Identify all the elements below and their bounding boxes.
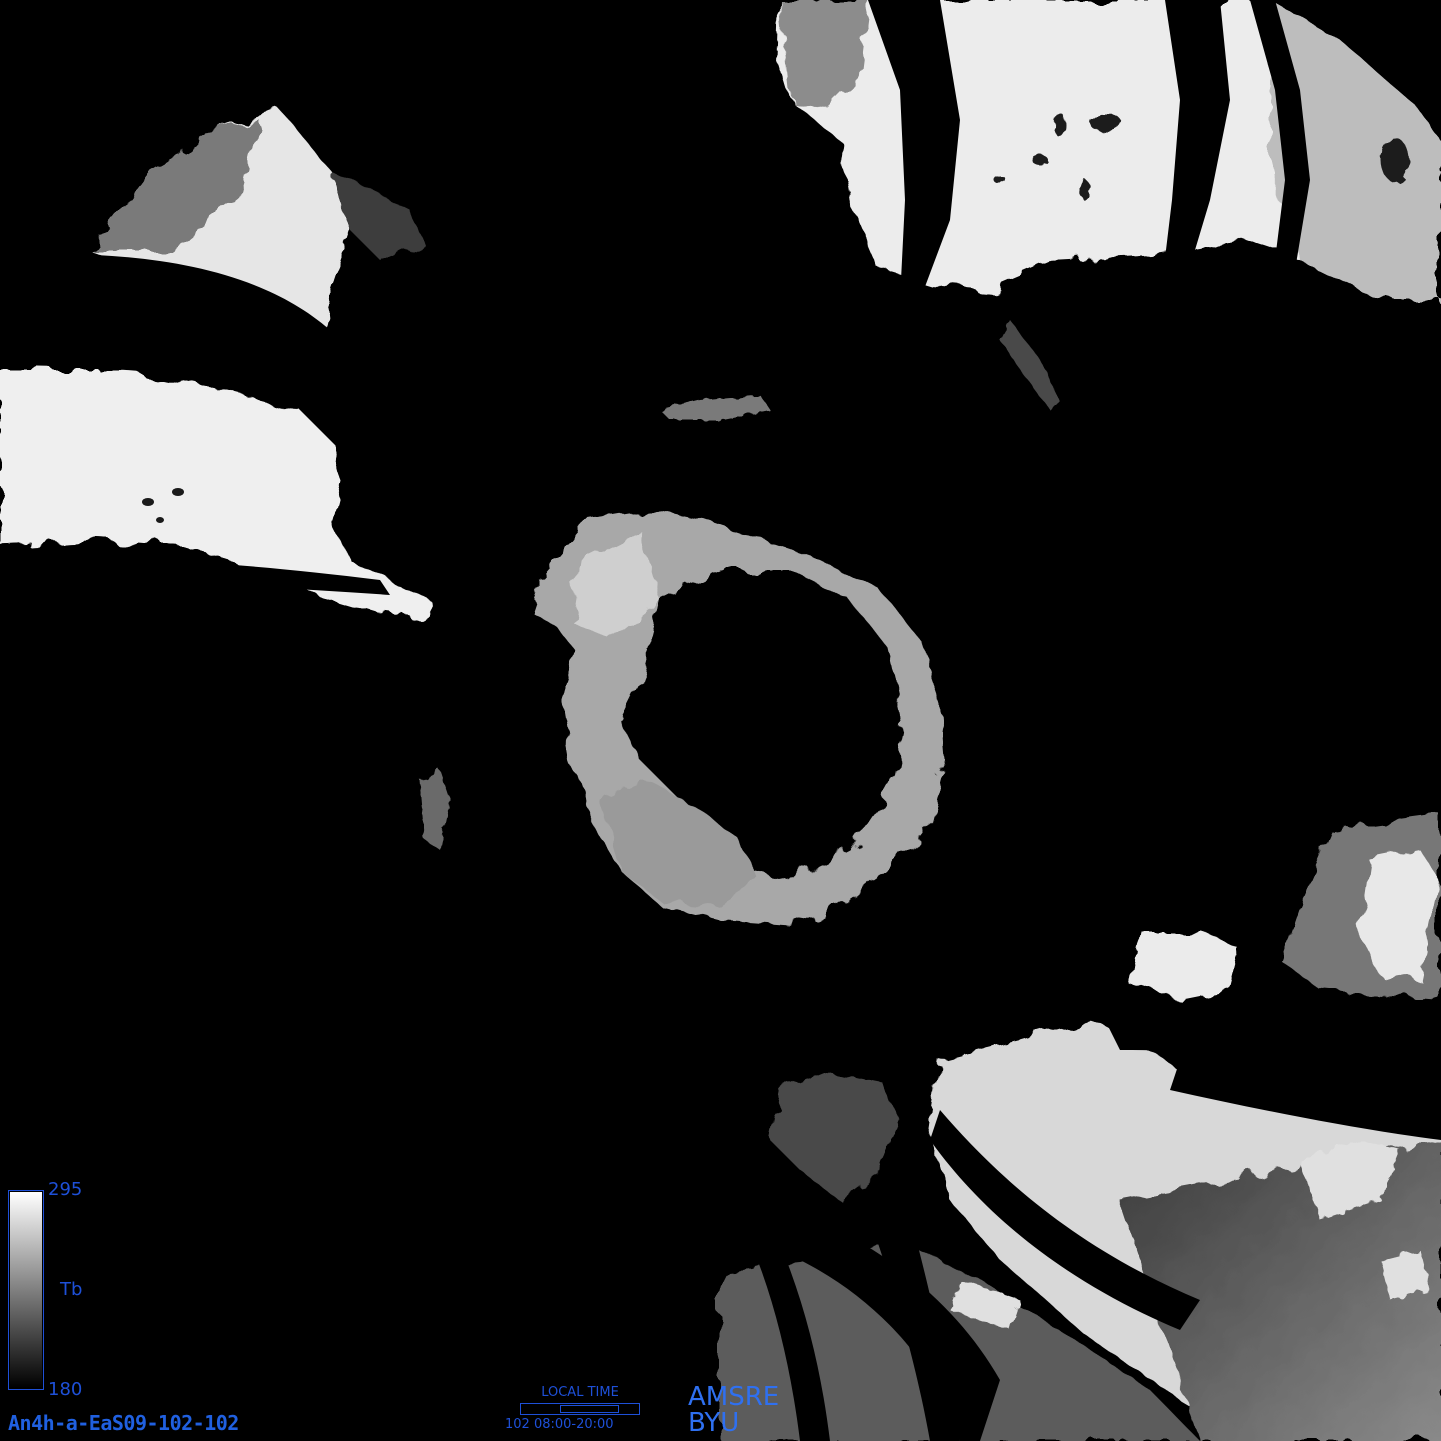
local-time-caption: 102 08:00-20:00 xyxy=(505,1417,614,1432)
image-identifier: An4h-a-EaS09-102-102 xyxy=(8,1411,239,1435)
sensor-credit: AMSRE xyxy=(688,1382,780,1412)
institution-credit: BYU xyxy=(688,1408,740,1438)
colorbar-ramp xyxy=(10,1192,42,1388)
local-time-title: LOCAL TIME xyxy=(541,1385,619,1400)
northern-continent-landmass xyxy=(778,0,1441,300)
colorbar-min-label: 180 xyxy=(48,1379,83,1400)
local-time-bar xyxy=(520,1403,640,1415)
colorbar-max-label: 295 xyxy=(48,1179,83,1200)
brightness-temperature-map xyxy=(0,0,1441,1441)
colorbar xyxy=(8,1190,44,1390)
local-time-window xyxy=(560,1405,619,1413)
colorbar-variable-label: Tb xyxy=(60,1279,83,1300)
